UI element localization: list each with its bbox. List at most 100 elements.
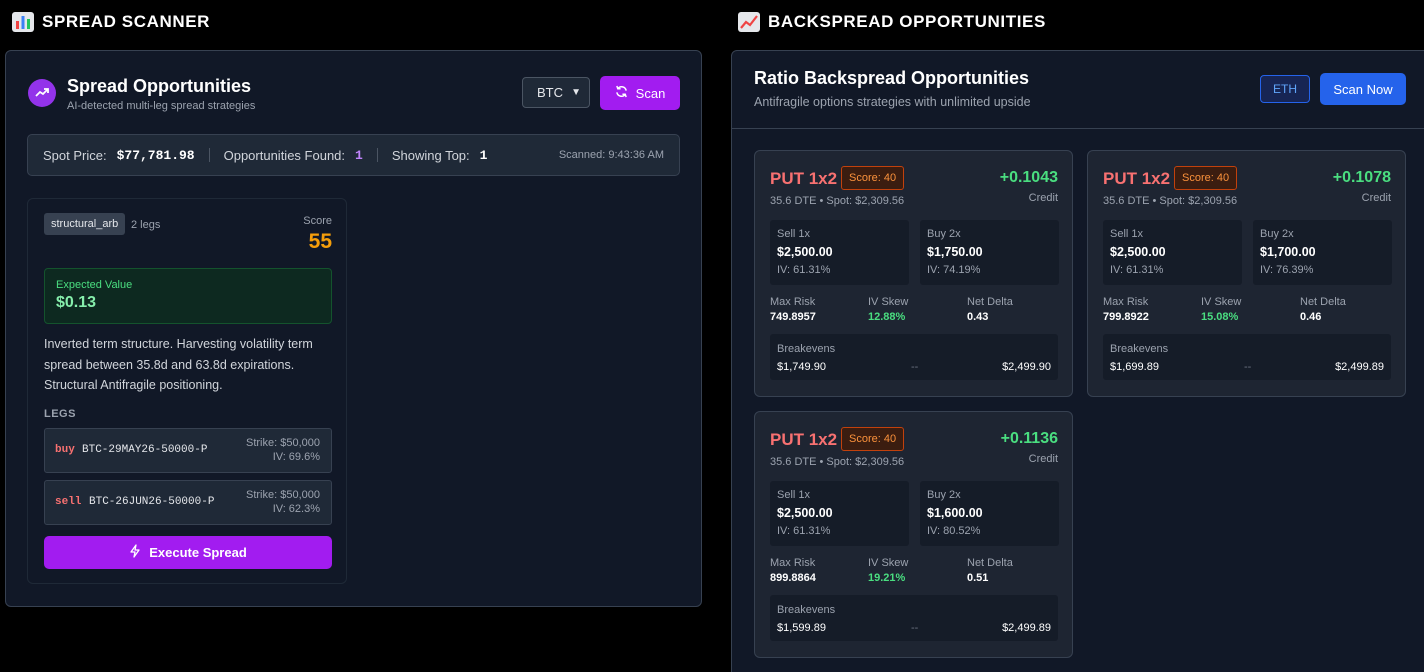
score-label: Score bbox=[303, 215, 332, 227]
buy-price: $1,700.00 bbox=[1260, 245, 1316, 259]
leg-side: sell bbox=[55, 496, 82, 508]
iv-skew-value: 19.21% bbox=[868, 572, 906, 584]
section-title: BACKSPREAD OPPORTUNITIES bbox=[768, 12, 1046, 31]
backspread-card[interactable]: PUT 1x2 Score: 40 +0.1043 Credit 35.6 DT… bbox=[754, 150, 1073, 397]
stats-bar: Spot Price: $77,781.98 Opportunities Fou… bbox=[27, 134, 680, 176]
divider bbox=[208, 148, 210, 162]
buy-label: Buy 2x bbox=[1260, 228, 1294, 240]
max-risk-value: 749.8957 bbox=[770, 311, 816, 323]
coin-select[interactable]: BTC ▼ bbox=[522, 77, 590, 108]
breakevens-label: Breakevens bbox=[1110, 343, 1169, 355]
trending-chart-icon bbox=[738, 12, 760, 32]
breakeven-mid: -- bbox=[1244, 361, 1252, 373]
header-divider bbox=[732, 128, 1424, 129]
score-badge: Score: 40 bbox=[841, 427, 905, 451]
panel-subtitle: AI-detected multi-leg spread strategies bbox=[67, 100, 256, 112]
net-delta-value: 0.46 bbox=[1300, 311, 1322, 323]
dte-spot: 35.6 DTE • Spot: $2,309.56 bbox=[1103, 195, 1238, 207]
leg-iv: IV: 62.3% bbox=[272, 503, 320, 515]
buy-iv: IV: 80.52% bbox=[927, 525, 981, 537]
sell-price: $2,500.00 bbox=[1110, 245, 1166, 259]
trending-up-icon bbox=[28, 79, 56, 107]
max-risk-label: Max Risk bbox=[770, 557, 816, 569]
legs-count: 2 legs bbox=[131, 219, 161, 231]
score-badge: Score: 40 bbox=[841, 166, 905, 190]
scanned-time: Scanned: 9:43:36 AM bbox=[558, 149, 664, 161]
breakevens-box: Breakevens $1,749.90 -- $2,499.90 bbox=[770, 334, 1058, 380]
bar-chart-icon bbox=[12, 12, 34, 32]
spread-card: structural_arb 2 legs Score 55 Expected … bbox=[27, 198, 347, 584]
breakeven-high: $2,499.90 bbox=[1002, 361, 1051, 373]
leg-strike: Strike: $50,000 bbox=[246, 489, 320, 501]
credit-label: Credit bbox=[1028, 192, 1058, 204]
credit-value: +0.1078 bbox=[1332, 169, 1391, 186]
ev-value: $0.13 bbox=[56, 294, 97, 311]
sell-label: Sell 1x bbox=[1110, 228, 1144, 240]
buy-iv: IV: 76.39% bbox=[1260, 264, 1314, 276]
iv-skew-label: IV Skew bbox=[868, 296, 909, 308]
sell-leg-box: Sell 1x $2,500.00 IV: 61.31% bbox=[770, 481, 909, 546]
buy-label: Buy 2x bbox=[927, 228, 961, 240]
breakeven-low: $1,699.89 bbox=[1110, 361, 1159, 373]
execute-spread-button[interactable]: Execute Spread bbox=[44, 536, 332, 569]
found-value: 1 bbox=[355, 147, 363, 163]
leg-side: buy bbox=[55, 444, 75, 456]
ev-label: Expected Value bbox=[56, 279, 133, 291]
scan-now-button[interactable]: Scan Now bbox=[1320, 73, 1406, 105]
leg-row: sell BTC-26JUN26-50000-P Strike: $50,000… bbox=[44, 480, 332, 525]
buy-leg-box: Buy 2x $1,600.00 IV: 80.52% bbox=[920, 481, 1059, 546]
chevron-down-icon: ▼ bbox=[571, 87, 581, 98]
buy-leg-box: Buy 2x $1,750.00 IV: 74.19% bbox=[920, 220, 1059, 285]
strategy-description: Inverted term structure. Harvesting vola… bbox=[44, 337, 313, 392]
strategy-type: PUT 1x2 bbox=[1103, 169, 1171, 188]
spread-scanner-panel: Spread Opportunities AI-detected multi-l… bbox=[5, 50, 702, 607]
sell-label: Sell 1x bbox=[777, 489, 811, 501]
iv-skew-value: 15.08% bbox=[1201, 311, 1239, 323]
sell-price: $2,500.00 bbox=[777, 506, 833, 520]
dte-spot: 35.6 DTE • Spot: $2,309.56 bbox=[770, 456, 905, 468]
leg-row: buy BTC-29MAY26-50000-P Strike: $50,000 … bbox=[44, 428, 332, 473]
breakeven-mid: -- bbox=[911, 361, 919, 373]
credit-label: Credit bbox=[1361, 192, 1391, 204]
execute-label: Execute Spread bbox=[149, 545, 247, 560]
strategy-type: PUT 1x2 bbox=[770, 169, 838, 188]
backspread-card[interactable]: PUT 1x2 Score: 40 +0.1078 Credit 35.6 DT… bbox=[1087, 150, 1406, 397]
iv-skew-metric: IV Skew 15.08% bbox=[1201, 296, 1241, 323]
sell-iv: IV: 61.31% bbox=[777, 525, 831, 537]
breakevens-box: Breakevens $1,699.89 -- $2,499.89 bbox=[1103, 334, 1391, 380]
expected-value-box: Expected Value $0.13 bbox=[44, 268, 332, 324]
coin-badge[interactable]: ETH bbox=[1260, 75, 1310, 103]
dte-spot: 35.6 DTE • Spot: $2,309.56 bbox=[770, 195, 905, 207]
sell-leg-box: Sell 1x $2,500.00 IV: 61.31% bbox=[1103, 220, 1242, 285]
max-risk-metric: Max Risk 749.8957 bbox=[770, 296, 816, 323]
strategy-tag: structural_arb bbox=[44, 213, 126, 235]
panel-subtitle: Antifragile options strategies with unli… bbox=[754, 95, 1031, 109]
panel-title: Ratio Backspread Opportunities bbox=[754, 68, 1030, 88]
iv-skew-metric: IV Skew 12.88% bbox=[868, 296, 908, 323]
scan-button[interactable]: Scan bbox=[600, 76, 680, 110]
top-value: 1 bbox=[479, 147, 488, 163]
net-delta-metric: Net Delta 0.46 bbox=[1300, 296, 1346, 323]
top-label: Showing Top: bbox=[391, 147, 470, 163]
leg-strike: Strike: $50,000 bbox=[246, 437, 320, 449]
found-label: Opportunities Found: bbox=[223, 147, 346, 163]
buy-iv: IV: 74.19% bbox=[927, 264, 981, 276]
max-risk-metric: Max Risk 899.8864 bbox=[770, 557, 816, 584]
breakevens-box: Breakevens $1,599.89 -- $2,499.89 bbox=[770, 595, 1058, 641]
leg-iv: IV: 69.6% bbox=[272, 451, 320, 463]
section-title: SPREAD SCANNER bbox=[42, 12, 211, 31]
strategy-type: PUT 1x2 bbox=[770, 430, 838, 449]
backspread-heading: BACKSPREAD OPPORTUNITIES bbox=[738, 12, 1046, 32]
net-delta-value: 0.43 bbox=[967, 311, 989, 323]
backspread-card[interactable]: PUT 1x2 Score: 40 +0.1136 Credit 35.6 DT… bbox=[754, 411, 1073, 658]
buy-price: $1,600.00 bbox=[927, 506, 983, 520]
lightning-icon bbox=[129, 544, 141, 561]
credit-value: +0.1136 bbox=[1000, 430, 1058, 447]
sell-price: $2,500.00 bbox=[777, 245, 833, 259]
max-risk-value: 799.8922 bbox=[1103, 311, 1149, 323]
breakevens-label: Breakevens bbox=[777, 343, 836, 355]
net-delta-metric: Net Delta 0.43 bbox=[967, 296, 1013, 323]
buy-label: Buy 2x bbox=[927, 489, 961, 501]
sell-leg-box: Sell 1x $2,500.00 IV: 61.31% bbox=[770, 220, 909, 285]
divider bbox=[376, 148, 378, 162]
